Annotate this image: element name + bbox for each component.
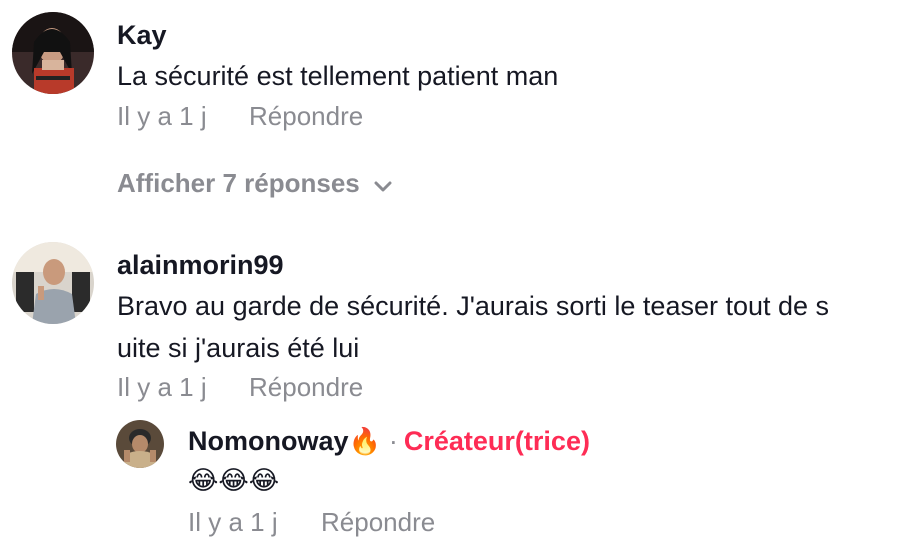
reply-timestamp: Il y a 1 j	[188, 507, 278, 537]
comment-timestamp: Il y a 1 j	[117, 101, 207, 131]
view-replies-button[interactable]: Afficher 7 réponses	[117, 168, 394, 199]
avatar[interactable]	[12, 242, 94, 324]
comment-text-line-1: Bravo au garde de sécurité. J'aurais sor…	[117, 291, 830, 321]
comment-kay: Kay La sécurité est tellement patient ma…	[0, 0, 902, 220]
reply-button[interactable]: Répondre	[321, 507, 435, 538]
comment-username[interactable]: alainmorin99	[117, 250, 284, 281]
creator-badge: Créateur(trice)	[403, 426, 590, 456]
comment-timestamp: Il y a 1 j	[117, 372, 207, 402]
reply-text: 😂😂😂	[188, 465, 280, 495]
reply-button[interactable]: Répondre	[249, 101, 363, 132]
comment-text: La sécurité est tellement patient man	[117, 61, 559, 91]
comment-text-line-2: uite si j'aurais été lui	[117, 333, 360, 363]
comment-alainmorin99: alainmorin99 Bravo au garde de sécurité.…	[0, 230, 902, 558]
avatar[interactable]	[12, 12, 94, 94]
reply-username-row: Nomonoway 🔥 · Créateur(trice)	[188, 426, 590, 457]
separator-dot: ·	[388, 426, 398, 456]
reply-button[interactable]: Répondre	[249, 372, 363, 403]
reply-comment: Nomonoway 🔥 · Créateur(trice) 😂😂😂 Il y a…	[0, 410, 902, 558]
avatar[interactable]	[116, 420, 164, 468]
comment-username[interactable]: Kay	[117, 20, 167, 51]
reply-username[interactable]: Nomonoway	[188, 426, 349, 457]
view-replies-label: Afficher 7 réponses	[117, 168, 360, 198]
fire-icon: 🔥	[348, 426, 381, 456]
chevron-down-icon	[372, 173, 394, 195]
